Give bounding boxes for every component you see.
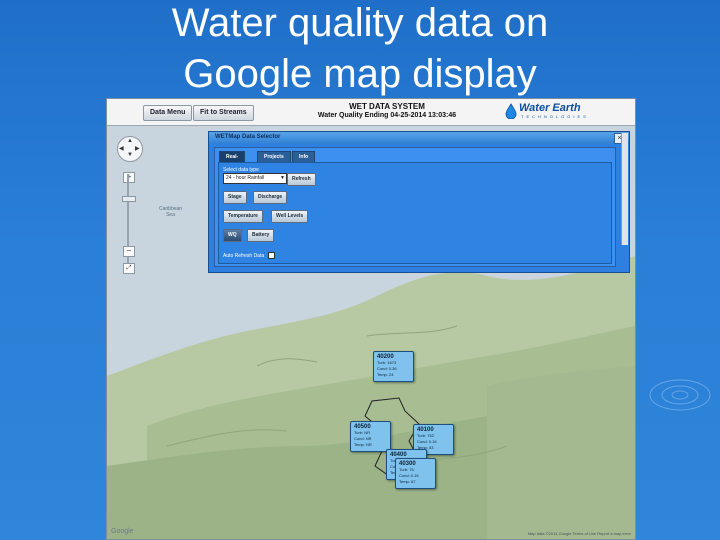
data-type-select[interactable]: 24 - hour Rainfall ▼ [223,173,287,184]
data-menu-button[interactable]: Data Menu [143,105,193,121]
pan-up-icon[interactable]: ▲ [127,138,133,144]
station-reading: Temp: 24 [377,372,394,377]
zoom-in-button[interactable]: + [123,172,135,183]
battery-button[interactable]: Battery [247,229,275,242]
sea-label: Caribbean Sea [159,206,182,218]
stage-button[interactable]: Stage [223,191,247,204]
station-marker-40200[interactable]: 40200 Turb: 1673 Cond: 0.36 Temp: 24 [373,351,414,382]
pan-control[interactable]: ▲ ▼ ◀ ▶ [117,136,143,162]
slide-title-line1: Water quality data on [171,1,549,45]
temperature-button[interactable]: Temperature [223,210,263,223]
water-drop-icon [505,103,517,119]
logo-text: Water Earth [519,102,581,114]
dialog-header[interactable]: WETMap Data Selector × [209,132,629,144]
company-logo: Water Earth TECHNOLOGIES [505,102,597,122]
discharge-button[interactable]: Discharge [253,191,288,204]
fullscreen-icon[interactable]: ⤢ [123,263,135,274]
dialog-scrollbar[interactable] [621,133,628,245]
fit-to-streams-button[interactable]: Fit to Streams [193,105,254,121]
map-attribution: Map data ©2014 Google Terms of Use Repor… [527,531,631,536]
logo-subtext: TECHNOLOGIES [521,114,589,119]
system-subtitle: Water Quality Ending 04-25-2014 13:03:46 [317,112,457,119]
slide-title-line2: Google map display [183,52,537,96]
real-time-panel: Select data type 24 - hour Rainfall ▼ Re… [218,162,612,264]
system-title: WET DATA SYSTEM [349,102,425,111]
google-logo: Google [111,528,134,535]
station-reading: Temp: NR [354,442,372,447]
app-screenshot: Data Menu Fit to Streams WET DATA SYSTEM… [106,98,636,540]
dialog-body: Real-time Projects Info Select data type… [214,147,616,267]
pan-down-icon[interactable]: ▼ [127,152,133,158]
station-reading: Temp: 67 [399,479,416,484]
sea-label-line2: Sea [166,212,175,218]
zoom-slider-thumb[interactable] [122,196,136,202]
terrain-map[interactable]: Caribbean Sea ▲ ▼ ◀ ▶ + − ⤢ Google Map d… [107,126,635,539]
pan-right-icon[interactable]: ▶ [135,145,140,152]
wq-button[interactable]: WQ [223,229,242,242]
station-marker-40300[interactable]: 40300 Turb: 75 Cond: 0.16 Temp: 67 [395,458,436,489]
pan-left-icon[interactable]: ◀ [119,145,124,152]
zoom-out-button[interactable]: − [123,246,135,257]
station-marker-40500[interactable]: 40500 Turb: NR Cond: NR Temp: NR [350,421,391,452]
auto-refresh-option[interactable]: Auto Refresh Data [223,252,275,259]
chevron-down-icon: ▼ [280,175,285,181]
refresh-button[interactable]: Refresh [287,173,316,186]
well-levels-button[interactable]: Well Levels [271,210,309,223]
data-type-value: 24 - hour Rainfall [226,175,265,181]
dialog-title: WETMap Data Selector [215,134,281,140]
water-ripple-decoration [649,379,711,411]
data-selector-dialog: WETMap Data Selector × Real-time Project… [208,131,630,273]
auto-refresh-label: Auto Refresh Data [223,252,265,259]
auto-refresh-checkbox[interactable] [267,252,275,259]
app-header: Data Menu Fit to Streams WET DATA SYSTEM… [107,99,635,126]
